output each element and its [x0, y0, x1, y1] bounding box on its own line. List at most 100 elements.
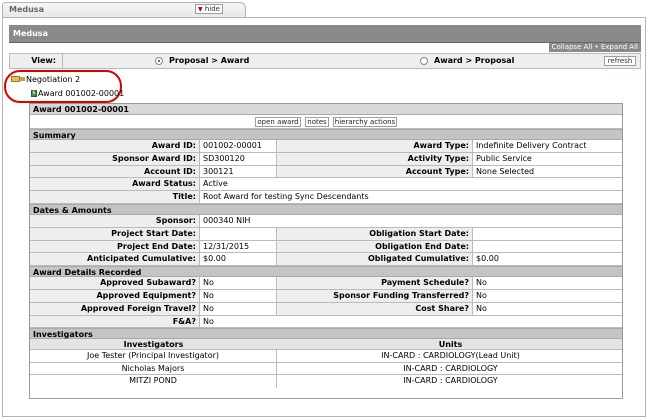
tree-node-negotiation[interactable]: Negotiation 2: [26, 75, 80, 84]
details-row: Approved Equipment? No Sponsor Funding T…: [30, 289, 622, 303]
separator: •: [594, 43, 599, 51]
fa-value: No: [203, 316, 214, 326]
project-end-label: Project End Date:: [30, 240, 200, 253]
equipment-value: No: [200, 289, 277, 302]
foreign-travel-value: No: [200, 302, 277, 315]
equipment-label: Approved Equipment?: [30, 289, 200, 302]
account-id-label: Account ID:: [30, 165, 200, 178]
activity-type-label: Activity Type:: [277, 152, 473, 165]
investigators-header: Investigators: [30, 328, 622, 340]
expand-all-link[interactable]: Expand All: [601, 43, 638, 51]
panel-title: Medusa: [13, 29, 48, 38]
account-type-value: None Selected: [476, 166, 535, 176]
summary-row: Award ID: 001002-00001 Award Type: Indef…: [30, 140, 622, 153]
triangle-down-icon: ▼: [198, 6, 203, 13]
payment-label: Payment Schedule?: [277, 277, 473, 289]
radio-proposal-award-label[interactable]: Proposal > Award: [169, 56, 249, 66]
award-type-value: Indefinite Delivery Contract: [476, 141, 587, 150]
award-status-value: Active: [203, 179, 228, 189]
hierarchy-actions-button[interactable]: hierarchy actions: [333, 117, 397, 127]
account-id-value: 300121: [200, 165, 277, 178]
summary-header: Summary: [30, 129, 622, 140]
account-type-label: Account Type:: [277, 165, 473, 178]
radio-award-proposal[interactable]: [420, 57, 428, 65]
sponsor-award-id-label: Sponsor Award ID:: [30, 152, 200, 165]
node-icon: [20, 77, 25, 81]
view-label: View:: [10, 54, 63, 68]
subaward-label: Approved Subaward?: [30, 277, 200, 289]
dates-header: Dates & Amounts: [30, 203, 622, 215]
obligation-start-label: Obligation Start Date:: [277, 227, 473, 240]
award-actions: open award notes hierarchy actions: [30, 115, 622, 129]
investigator-unit: IN-CARD : CARDIOLOGY: [403, 363, 498, 373]
activity-type-value: Public Service: [476, 153, 532, 163]
open-award-button[interactable]: open award: [255, 117, 301, 127]
investigator-name: Joe Tester (Principal Investigator): [30, 350, 277, 362]
project-start-value: [200, 227, 277, 240]
obligation-start-value: [473, 228, 624, 240]
investigator-unit: IN-CARD : CARDIOLOGY(Lead Unit): [381, 351, 520, 361]
tree-node-award[interactable]: Award 001002-00001: [38, 89, 124, 98]
details-row: Approved Foreign Travel? No Cost Share? …: [30, 302, 622, 316]
investigators-column-headers: Investigators Units: [30, 339, 622, 351]
refresh-button[interactable]: refresh: [604, 56, 636, 66]
summary-row: Title: Root Award for testing Sync Desce…: [30, 191, 622, 204]
investigator-name: Nicholas Majors: [30, 362, 277, 375]
investigator-unit: IN-CARD : CARDIOLOGY: [403, 376, 498, 386]
collapse-expand-links: Collapse All • Expand All: [548, 43, 641, 52]
project-start-label: Project Start Date:: [30, 227, 200, 240]
award-status-label: Award Status:: [30, 178, 200, 191]
subaward-value: No: [200, 277, 277, 289]
sponsor-label: Sponsor:: [30, 214, 200, 227]
title-label: Title:: [30, 191, 200, 203]
panel-header: Medusa Collapse All • Expand All: [9, 25, 641, 52]
cost-share-label: Cost Share?: [277, 302, 473, 315]
award-id-label: Award ID:: [30, 140, 200, 152]
obligated-value: $0.00: [476, 254, 499, 264]
obligation-end-value: [473, 241, 624, 253]
radio-proposal-award[interactable]: [155, 57, 163, 65]
sponsor-funding-label: Sponsor Funding Transferred?: [277, 289, 473, 302]
summary-row: Account ID: 300121 Account Type: None Se…: [30, 165, 622, 179]
project-end-value: 12/31/2015: [200, 240, 277, 253]
col-investigators: Investigators: [123, 340, 184, 350]
table-row: Nicholas Majors IN-CARD : CARDIOLOGY: [30, 362, 622, 376]
collapse-all-link[interactable]: Collapse All: [552, 43, 593, 51]
award-header: Award 001002-00001: [30, 104, 622, 115]
details-header: Award Details Recorded: [30, 266, 622, 278]
notes-button[interactable]: notes: [305, 117, 329, 127]
details-row: F&A? No: [30, 315, 622, 329]
table-row: Joe Tester (Principal Investigator) IN-C…: [30, 350, 622, 363]
sponsor-funding-value: No: [476, 290, 487, 300]
summary-row: Sponsor Award ID: SD300120 Activity Type…: [30, 152, 622, 166]
foreign-travel-label: Approved Foreign Travel?: [30, 302, 200, 315]
obligated-label: Obligated Cumulative:: [277, 253, 473, 266]
hide-button[interactable]: ▼ hide: [195, 4, 223, 14]
medusa-tab: Medusa ▼ hide: [0, 0, 648, 18]
dates-row: Project Start Date: Obligation Start Dat…: [30, 227, 624, 241]
sponsor-value: 000340 NIH: [203, 215, 251, 225]
dates-row: Project End Date: 12/31/2015 Obligation …: [30, 240, 624, 254]
details-row: Approved Subaward? No Payment Schedule? …: [30, 277, 622, 290]
col-units: Units: [438, 340, 463, 350]
fa-label: F&A?: [30, 315, 200, 328]
award-detail-panel: Award 001002-00001 open award notes hier…: [29, 103, 623, 399]
title-value: Root Award for testing Sync Descendants: [203, 192, 369, 202]
view-selector: View: Proposal > Award Award > Proposal …: [9, 53, 641, 69]
folder-icon[interactable]: [11, 76, 20, 82]
tab-title: Medusa: [9, 5, 44, 14]
obligation-end-label: Obligation End Date:: [277, 240, 473, 253]
dates-row: Anticipated Cumulative: $0.00 Obligated …: [30, 253, 622, 267]
summary-row: Award Status: Active: [30, 178, 622, 192]
anticipated-label: Anticipated Cumulative:: [30, 253, 200, 266]
radio-award-proposal-label[interactable]: Award > Proposal: [434, 56, 514, 66]
award-leaf-icon: $: [31, 90, 37, 97]
anticipated-value: $0.00: [200, 253, 277, 266]
cost-share-value: No: [476, 303, 487, 313]
award-type-label: Award Type:: [277, 140, 473, 152]
table-row: MITZI POND IN-CARD : CARDIOLOGY: [30, 375, 622, 388]
hide-label: hide: [204, 5, 220, 13]
award-id-value: 001002-00001: [200, 140, 277, 152]
investigator-name: MITZI POND: [30, 375, 277, 388]
dates-row: Sponsor: 000340 NIH: [30, 214, 622, 228]
